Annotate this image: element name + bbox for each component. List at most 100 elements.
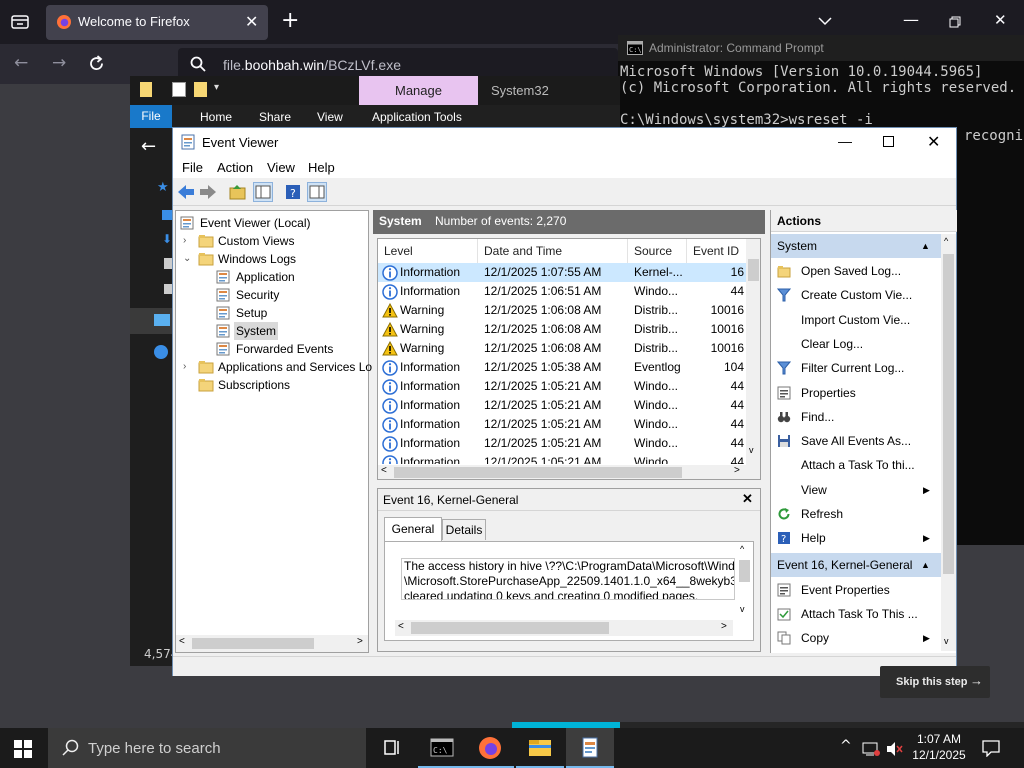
action-save-all-events-as[interactable]: Save All Events As... <box>771 429 941 453</box>
properties-quick-icon[interactable] <box>172 82 186 97</box>
scroll-right-icon[interactable]: > <box>734 465 740 476</box>
taskbar-cmd-icon[interactable]: C:\ <box>418 728 466 768</box>
table-row[interactable]: Warning 12/1/2025 1:06:08 AM Distrib... 100… <box>378 339 746 358</box>
table-row[interactable]: Information 12/1/2025 1:05:21 AM Windo... 4… <box>378 453 746 464</box>
ev-maximize-icon[interactable] <box>883 136 894 147</box>
detail-close-icon[interactable]: ✕ <box>742 491 753 507</box>
ribbon-tab-view[interactable]: View <box>317 110 343 124</box>
table-row[interactable]: Information 12/1/2025 1:05:21 AM Windo... 4… <box>378 415 746 434</box>
actions-scroll-thumb[interactable] <box>943 254 954 574</box>
system-clock[interactable]: 1:07 AM 12/1/2025 <box>906 731 972 763</box>
expand-chevron-icon[interactable]: › <box>183 358 186 376</box>
pictures-icon[interactable] <box>164 284 172 294</box>
table-row[interactable]: Information 12/1/2025 1:05:38 AM Eventlog 1… <box>378 358 746 377</box>
action-copy[interactable]: Copy ▶ <box>771 626 941 650</box>
menu-action[interactable]: Action <box>217 160 253 175</box>
skip-step-button[interactable]: Skip this step → <box>880 666 990 698</box>
table-row[interactable]: Information 12/1/2025 1:05:21 AM Windo... 4… <box>378 396 746 415</box>
events-hscroll-thumb[interactable] <box>394 467 682 478</box>
taskbar-search-box[interactable]: Type here to search <box>48 728 366 768</box>
collapse-section-icon[interactable]: ▲ <box>921 234 930 258</box>
action-event-properties[interactable]: Event Properties <box>771 578 941 602</box>
menu-view[interactable]: View <box>267 160 295 175</box>
scroll-left-icon[interactable]: < <box>381 465 387 476</box>
network-status-icon[interactable] <box>862 741 880 757</box>
this-pc-item[interactable] <box>130 308 172 334</box>
explorer-titlebar[interactable]: ▾ Manage System32 <box>130 76 620 105</box>
desktop-icon[interactable] <box>162 210 172 220</box>
tree-horizontal-scrollbar[interactable]: < > <box>176 635 368 652</box>
table-row[interactable]: Information 12/1/2025 1:05:21 AM Windo... 4… <box>378 377 746 396</box>
new-folder-quick-icon[interactable] <box>194 82 207 97</box>
network-icon[interactable] <box>154 345 168 359</box>
taskbar-event-viewer-icon[interactable] <box>566 728 614 768</box>
quick-access-star-icon[interactable]: ★ <box>157 180 169 195</box>
quick-access-chevron-icon[interactable]: ▾ <box>214 82 219 93</box>
volume-muted-icon[interactable] <box>886 741 904 757</box>
action-import-custom-vie[interactable]: Import Custom Vie... <box>771 308 941 332</box>
explorer-back-icon[interactable]: ← <box>141 136 156 157</box>
ev-minimize-icon[interactable]: — <box>838 133 852 149</box>
table-row[interactable]: Information 12/1/2025 1:05:21 AM Windo... 4… <box>378 434 746 453</box>
event-viewer-titlebar[interactable]: Event Viewer — ✕ <box>173 128 956 156</box>
detail-tab-details[interactable]: Details <box>442 519 486 540</box>
toolbar-show-hide-tree-icon[interactable] <box>253 182 273 202</box>
toolbar-up-folder-icon[interactable] <box>229 184 249 204</box>
detail-tab-general[interactable]: General <box>384 517 442 541</box>
action-open-saved-log[interactable]: Open Saved Log... <box>771 259 941 283</box>
menu-help[interactable]: Help <box>308 160 335 175</box>
taskbar-file-explorer-icon[interactable] <box>516 728 564 768</box>
action-clear-log[interactable]: Clear Log... <box>771 332 941 356</box>
scroll-left-icon[interactable]: < <box>179 636 185 647</box>
reload-icon[interactable] <box>88 55 105 72</box>
table-row[interactable]: Warning 12/1/2025 1:06:08 AM Distrib... 100… <box>378 320 746 339</box>
cmd-titlebar[interactable]: C:\ Administrator: Command Prompt <box>618 35 1024 61</box>
column-header-date[interactable]: Date and Time <box>478 239 628 263</box>
notification-center-icon[interactable] <box>982 739 1000 757</box>
ribbon-tab-share[interactable]: Share <box>259 110 291 124</box>
column-header-level[interactable]: Level <box>378 239 478 263</box>
back-icon[interactable]: ← <box>14 53 28 73</box>
scroll-right-icon[interactable]: > <box>357 636 363 647</box>
scroll-down-icon[interactable]: v <box>740 604 745 614</box>
table-row[interactable]: Information 12/1/2025 1:07:55 AM Kernel-..… <box>378 263 746 282</box>
minimize-icon[interactable]: — <box>903 10 919 29</box>
action-attach-a-task-to-thi[interactable]: Attach a Task To thi... <box>771 453 941 477</box>
action-find[interactable]: Find... <box>771 405 941 429</box>
documents-icon[interactable] <box>164 258 172 269</box>
action-attach-task-to-this[interactable]: Attach Task To This ... <box>771 602 941 626</box>
collapse-section-icon[interactable]: ▲ <box>921 553 930 577</box>
taskbar-firefox-icon[interactable] <box>466 728 514 768</box>
task-view-icon[interactable] <box>368 728 416 768</box>
toolbar-show-hide-action-pane-icon[interactable] <box>307 182 327 202</box>
toolbar-forward-icon[interactable] <box>199 184 219 204</box>
start-windows-icon[interactable] <box>14 740 32 758</box>
scroll-left-icon[interactable]: < <box>398 621 404 632</box>
action-refresh[interactable]: Refresh <box>771 502 941 526</box>
tab-list-chevron-icon[interactable] <box>818 16 832 26</box>
ev-close-icon[interactable]: ✕ <box>927 132 940 152</box>
browser-tab-welcome[interactable]: Welcome to Firefox ✕ <box>46 5 268 40</box>
ribbon-tab-file[interactable]: File <box>130 105 172 128</box>
column-header-event-id[interactable]: Event ID <box>687 239 747 263</box>
ribbon-tab-application-tools[interactable]: Application Tools <box>372 110 462 124</box>
scroll-down-icon[interactable]: v <box>749 445 754 455</box>
actions-vscrollbar[interactable]: ^ v <box>941 234 956 651</box>
events-scroll-thumb[interactable] <box>748 259 759 281</box>
show-hidden-icons-chevron-icon[interactable]: ^ <box>840 738 852 754</box>
scroll-up-icon[interactable]: ^ <box>740 544 744 554</box>
tree-scroll-thumb[interactable] <box>192 638 314 649</box>
table-row[interactable]: Information 12/1/2025 1:06:51 AM Windo... 4… <box>378 282 746 301</box>
table-row[interactable]: Warning 12/1/2025 1:06:08 AM Distrib... 100… <box>378 301 746 320</box>
scroll-down-icon[interactable]: v <box>944 636 949 646</box>
downloads-icon[interactable]: ⬇ <box>162 232 172 246</box>
collapse-chevron-icon[interactable]: ⌄ <box>183 250 191 268</box>
description-vscrollbar[interactable]: ^ v <box>737 544 752 618</box>
description-hscroll-thumb[interactable] <box>411 622 609 634</box>
toolbar-help-icon[interactable]: ? <box>285 184 305 204</box>
actions-section-header[interactable]: System ▲ <box>771 234 941 258</box>
action-properties[interactable]: Properties <box>771 381 941 405</box>
scroll-right-icon[interactable]: > <box>721 621 727 632</box>
actions-section-header[interactable]: Event 16, Kernel-General ▲ <box>771 552 941 577</box>
close-tab-icon[interactable]: ✕ <box>245 12 258 32</box>
